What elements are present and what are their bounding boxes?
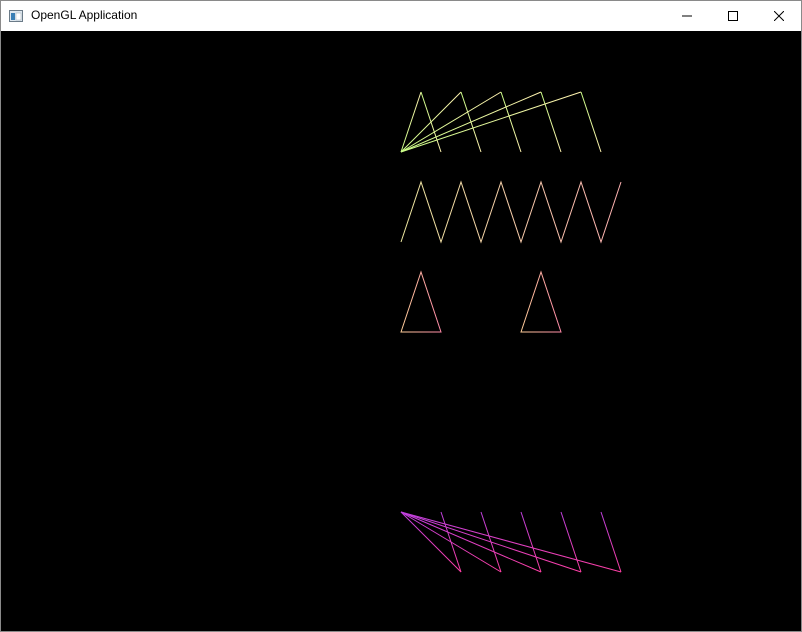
title-bar[interactable]: OpenGL Application: [1, 1, 801, 31]
magenta-fan-row: [400, 511, 622, 573]
minimize-button[interactable]: [664, 1, 710, 31]
application-window: OpenGL Application: [0, 0, 802, 632]
render-scene: [400, 91, 622, 573]
application-window-icon[interactable]: [9, 9, 23, 22]
close-icon: [774, 11, 784, 21]
triangle-strip-row: [400, 180, 622, 244]
minimize-icon: [682, 11, 692, 21]
maximize-icon: [728, 11, 738, 21]
triangle-fan-row: [400, 91, 602, 153]
maximize-button[interactable]: [710, 1, 756, 31]
close-button[interactable]: [756, 1, 802, 31]
window-title: OpenGL Application: [31, 8, 138, 22]
separate-triangles-row: [400, 270, 562, 333]
opengl-viewport[interactable]: [1, 31, 801, 631]
